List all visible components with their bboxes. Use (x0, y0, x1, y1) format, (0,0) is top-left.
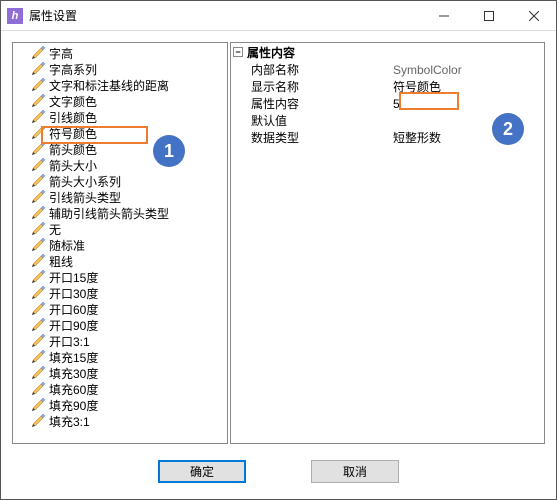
collapse-icon[interactable]: − (233, 47, 243, 57)
tree-item[interactable]: 开口60度 (31, 301, 227, 317)
tree-item[interactable]: 填充30度 (31, 365, 227, 381)
property-rows: 内部名称SymbolColor显示名称符号颜色属性内容5默认值数据类型短整形数 (231, 61, 544, 146)
tree-item[interactable]: 字高系列 (31, 61, 227, 77)
tree-item[interactable]: 填充60度 (31, 381, 227, 397)
tree-item-label: 开口15度 (49, 269, 98, 286)
tree-item-label: 粗线 (49, 253, 73, 270)
property-value: 符号颜色 (389, 78, 544, 95)
button-bar: 确定 取消 (1, 444, 556, 499)
window-title: 属性设置 (29, 7, 421, 24)
ok-button[interactable]: 确定 (158, 460, 246, 483)
tree-item[interactable]: 文字颜色 (31, 93, 227, 109)
tree-item[interactable]: 文字和标注基线的距离 (31, 77, 227, 93)
tree-item-label: 箭头颜色 (49, 141, 97, 158)
dialog-window: h 属性设置 字高字高系列文字和标注基线的距离文字颜色引线颜色符号颜色箭头颜色箭… (0, 0, 557, 500)
property-row[interactable]: 内部名称SymbolColor (231, 61, 544, 78)
maximize-button[interactable] (466, 1, 511, 30)
tree-item[interactable]: 辅助引线箭头箭头类型 (31, 205, 227, 221)
property-row[interactable]: 显示名称符号颜色 (231, 78, 544, 95)
property-label: 内部名称 (231, 61, 389, 78)
tree-item[interactable]: 引线颜色 (31, 109, 227, 125)
property-row[interactable]: 数据类型短整形数 (231, 129, 544, 146)
tree-item-label: 文字颜色 (49, 93, 97, 110)
tree-item-label: 开口90度 (49, 317, 98, 334)
tree-item-label: 无 (49, 221, 61, 238)
tree-item-label: 引线颜色 (49, 109, 97, 126)
tree-item-label: 开口3:1 (49, 333, 90, 350)
property-tree: 字高字高系列文字和标注基线的距离文字颜色引线颜色符号颜色箭头颜色箭头大小箭头大小… (13, 43, 227, 431)
tree-item[interactable]: 箭头大小 (31, 157, 227, 173)
tree-item-label: 开口30度 (49, 285, 98, 302)
tree-item-label: 箭头大小系列 (49, 173, 121, 190)
tree-scroll[interactable]: 字高字高系列文字和标注基线的距离文字颜色引线颜色符号颜色箭头颜色箭头大小箭头大小… (13, 43, 227, 443)
app-icon: h (7, 8, 23, 24)
tree-item[interactable]: 箭头颜色 (31, 141, 227, 157)
tree-item[interactable]: 填充3:1 (31, 413, 227, 429)
tree-item-label: 填充15度 (49, 349, 98, 366)
tree-item-label: 随标准 (49, 237, 85, 254)
close-button[interactable] (511, 1, 556, 30)
tree-item[interactable]: 开口90度 (31, 317, 227, 333)
cancel-button[interactable]: 取消 (311, 460, 399, 483)
tree-item[interactable]: 开口15度 (31, 269, 227, 285)
tree-panel: 字高字高系列文字和标注基线的距离文字颜色引线颜色符号颜色箭头颜色箭头大小箭头大小… (12, 42, 228, 444)
tree-item-label: 填充3:1 (49, 413, 90, 430)
property-section-header: − 属性内容 (231, 43, 544, 61)
tree-item-label: 文字和标注基线的距离 (49, 77, 169, 94)
tree-item-label: 字高 (49, 45, 73, 62)
tree-item-label: 符号颜色 (49, 125, 97, 142)
titlebar: h 属性设置 (1, 1, 556, 31)
tree-item-label: 引线箭头类型 (49, 189, 121, 206)
property-panel: − 属性内容 内部名称SymbolColor显示名称符号颜色属性内容5默认值数据… (230, 42, 545, 444)
tree-item[interactable]: 字高 (31, 45, 227, 61)
tree-item-label: 填充60度 (49, 381, 98, 398)
content-area: 字高字高系列文字和标注基线的距离文字颜色引线颜色符号颜色箭头颜色箭头大小箭头大小… (1, 31, 556, 444)
property-label: 属性内容 (231, 95, 389, 112)
tree-item[interactable]: 箭头大小系列 (31, 173, 227, 189)
property-value: 5 (389, 97, 544, 111)
tree-item-label: 辅助引线箭头箭头类型 (49, 205, 169, 222)
property-label: 数据类型 (231, 129, 389, 146)
tree-item[interactable]: 符号颜色 (31, 125, 227, 141)
tree-item-label: 填充90度 (49, 397, 98, 414)
tree-item-label: 箭头大小 (49, 157, 97, 174)
tree-item[interactable]: 引线箭头类型 (31, 189, 227, 205)
tree-item[interactable]: 开口3:1 (31, 333, 227, 349)
property-label: 默认值 (231, 112, 389, 129)
property-value: SymbolColor (389, 63, 544, 77)
property-value: 短整形数 (389, 129, 544, 146)
tree-item[interactable]: 粗线 (31, 253, 227, 269)
tree-item-label: 开口60度 (49, 301, 98, 318)
tree-item[interactable]: 无 (31, 221, 227, 237)
tree-item[interactable]: 开口30度 (31, 285, 227, 301)
minimize-button[interactable] (421, 1, 466, 30)
tree-item-label: 填充30度 (49, 365, 98, 382)
window-controls (421, 1, 556, 30)
tree-item[interactable]: 填充90度 (31, 397, 227, 413)
property-row[interactable]: 属性内容5 (231, 95, 544, 112)
tree-item-label: 字高系列 (49, 61, 97, 78)
tree-item[interactable]: 随标准 (31, 237, 227, 253)
property-row[interactable]: 默认值 (231, 112, 544, 129)
property-label: 显示名称 (231, 78, 389, 95)
tree-item[interactable]: 填充15度 (31, 349, 227, 365)
section-title: 属性内容 (247, 44, 295, 61)
